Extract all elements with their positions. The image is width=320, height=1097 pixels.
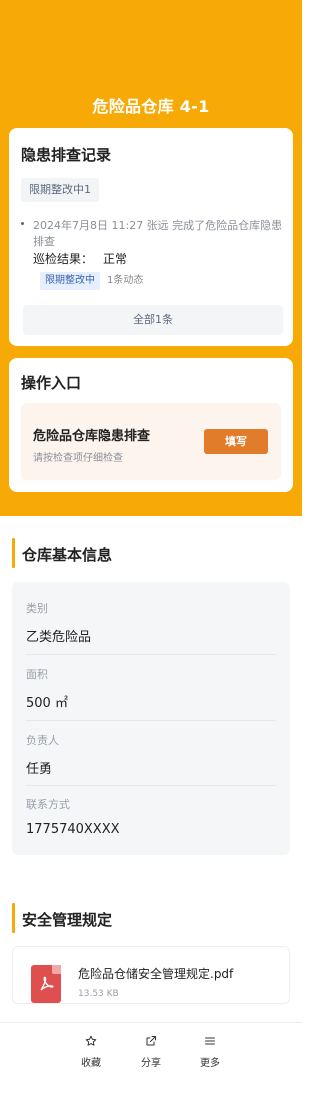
share-icon: [146, 1036, 156, 1046]
info-item-owner: 负责人 任勇: [26, 732, 276, 777]
share-label: 分享: [141, 1058, 161, 1069]
task-name: 危险品仓库隐患排查: [33, 429, 151, 444]
operation-card: 操作入口 危险品仓库隐患排查 请按检查项仔细检查 填写: [9, 358, 293, 492]
divider: [26, 720, 276, 721]
inspection-result-label: 巡检结果：: [33, 252, 94, 266]
warehouse-info-box: 类别 乙类危险品 面积 500 ㎡ 负责人 任勇 联系方式 1775740XXX…: [12, 582, 290, 855]
inspection-result-value: 正常: [103, 252, 128, 266]
regulations-title: 安全管理规定: [22, 911, 113, 929]
more-button[interactable]: 更多: [190, 1035, 230, 1069]
favorite-label: 收藏: [81, 1058, 101, 1069]
info-item-category: 类别 乙类危险品: [26, 600, 276, 645]
divider: [26, 654, 276, 655]
file-name: 危险品仓储安全管理规定.pdf: [78, 967, 234, 981]
info-value: 乙类危险品: [26, 630, 92, 645]
fill-button[interactable]: 填写: [204, 429, 268, 454]
pdf-icon: [31, 965, 61, 1003]
info-value: 任勇: [26, 762, 53, 777]
info-label: 联系方式: [26, 798, 70, 811]
log-entry-text: 2024年7月8日 11:27 张远 完成了危险品仓库隐患排查: [33, 219, 283, 248]
operation-task[interactable]: 危险品仓库隐患排查 请按检查项仔细检查 填写: [21, 403, 281, 480]
regulation-file-card[interactable]: 危险品仓储安全管理规定.pdf 13.53 KB: [12, 946, 290, 1004]
view-all-button[interactable]: 全部1条: [23, 305, 283, 335]
share-button[interactable]: 分享: [131, 1035, 171, 1069]
info-item-area: 面积 500 ㎡: [26, 666, 276, 711]
page-title: 危险品仓库 4-1: [92, 97, 210, 116]
hazard-record-title: 隐患排查记录: [21, 146, 112, 164]
operation-title: 操作入口: [21, 374, 82, 392]
info-label: 面积: [26, 668, 48, 681]
menu-icon: [205, 1037, 215, 1045]
info-label: 类别: [26, 602, 48, 615]
warehouse-info-title: 仓库基本信息: [22, 546, 113, 564]
info-item-contact: 联系方式 1775740XXXX: [26, 796, 276, 837]
bottom-action-bar: 收藏 分享 更多: [0, 1022, 302, 1097]
log-status-tag: 限期整改中: [40, 272, 100, 290]
file-size: 13.53 KB: [78, 989, 119, 999]
activity-count[interactable]: 1条动态: [107, 272, 143, 290]
hazard-record-card: 隐患排查记录 限期整改中1 2024年7月8日 11:27 张远 完成了危险品仓…: [9, 128, 293, 346]
rectification-status-tag[interactable]: 限期整改中1: [21, 178, 99, 202]
log-bullet: [21, 222, 24, 225]
favorite-button[interactable]: 收藏: [71, 1035, 111, 1069]
divider: [26, 785, 276, 786]
section-accent-bar: [12, 903, 15, 933]
inspection-result: 巡检结果： 正常: [33, 250, 127, 267]
more-label: 更多: [200, 1058, 220, 1069]
info-value[interactable]: 1775740XXXX: [26, 822, 276, 837]
info-value: 500 ㎡: [26, 696, 68, 711]
info-label: 负责人: [26, 734, 59, 747]
star-icon: [85, 1035, 97, 1046]
section-accent-bar: [12, 538, 15, 568]
task-hint: 请按检查项仔细检查: [33, 453, 123, 464]
